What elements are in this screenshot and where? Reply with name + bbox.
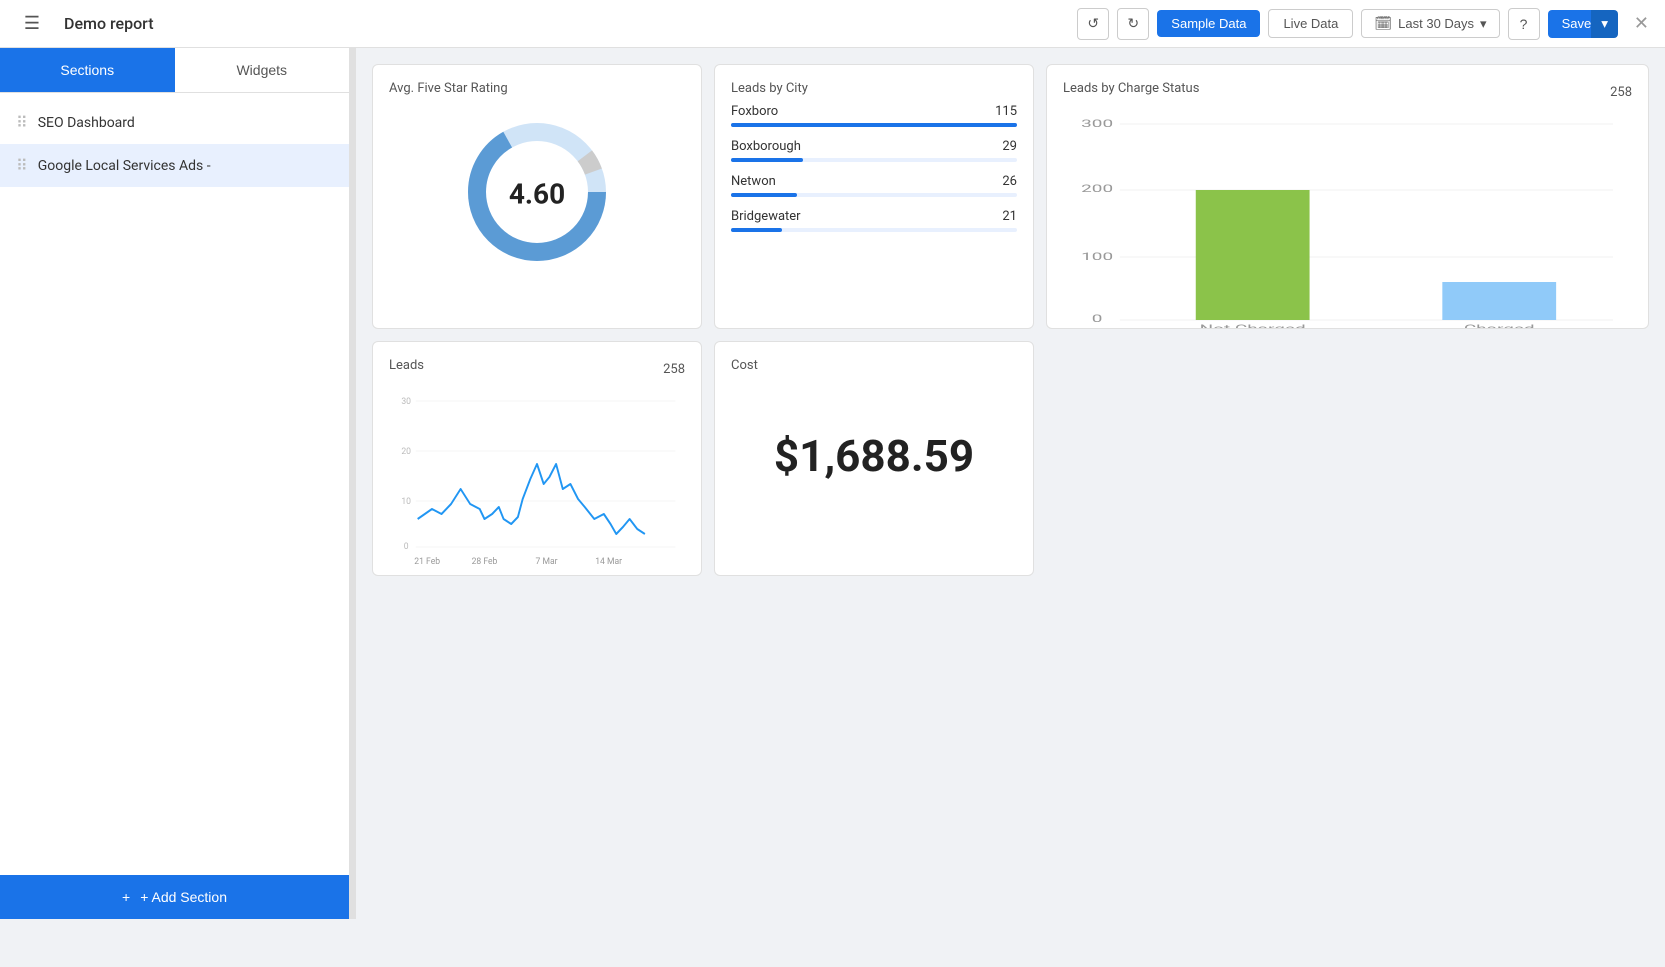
resize-right[interactable] xyxy=(1642,65,1648,328)
leads-title: Leads xyxy=(389,358,424,373)
close-button[interactable]: ✕ xyxy=(1634,13,1649,34)
resize-bottom[interactable] xyxy=(715,569,1033,575)
svg-text:100: 100 xyxy=(1081,251,1113,263)
resize-right[interactable] xyxy=(1027,342,1033,575)
widget-cost: Cost $1,688.59 xyxy=(714,341,1034,576)
svg-text:7 Mar: 7 Mar xyxy=(536,557,558,567)
leads-charge-title: Leads by Charge Status xyxy=(1063,81,1199,96)
leads-charge-total: 258 xyxy=(1610,85,1632,100)
leads-by-city-title: Leads by City xyxy=(731,81,1017,96)
svg-text:0: 0 xyxy=(404,542,409,552)
widget-leads: Leads 258 30 20 10 0 xyxy=(372,341,702,576)
calendar-icon: 🗓 xyxy=(1374,15,1392,32)
resize-bottom[interactable] xyxy=(373,569,701,575)
save-button-group: Save ▾ xyxy=(1548,10,1618,38)
donut-wrapper: 4.60 xyxy=(457,112,617,276)
layout: Sections Widgets ⠿ SEO Dashboard ⠿ Googl… xyxy=(0,48,1665,919)
date-range-button[interactable]: 🗓 Last 30 Days ▾ xyxy=(1361,9,1499,38)
avg-rating-chart: 4.60 xyxy=(389,104,685,284)
add-section-button[interactable]: + + Add Section xyxy=(0,875,349,919)
svg-text:10: 10 xyxy=(401,497,411,507)
resize-bottom[interactable] xyxy=(373,322,701,328)
plus-icon: + xyxy=(122,889,130,905)
caret-down-icon: ▾ xyxy=(1601,16,1608,31)
redo-icon: ↻ xyxy=(1127,15,1139,32)
svg-text:30: 30 xyxy=(401,397,411,407)
undo-button[interactable]: ↺ xyxy=(1077,8,1109,40)
resize-right[interactable] xyxy=(695,65,701,328)
sidebar-tabs: Sections Widgets xyxy=(0,48,349,93)
svg-text:200: 200 xyxy=(1081,183,1113,195)
help-icon: ? xyxy=(1520,16,1528,32)
page-title: Demo report xyxy=(64,14,154,33)
svg-text:14 Mar: 14 Mar xyxy=(595,557,622,567)
live-data-button[interactable]: Live Data xyxy=(1268,9,1353,38)
list-item: Netwon 26 xyxy=(731,174,1017,197)
drag-handle-icon: ⠿ xyxy=(16,156,28,175)
list-item: Boxborough 29 xyxy=(731,139,1017,162)
sidebar: Sections Widgets ⠿ SEO Dashboard ⠿ Googl… xyxy=(0,48,350,919)
save-button[interactable]: Save xyxy=(1548,10,1592,38)
redo-button[interactable]: ↻ xyxy=(1117,8,1149,40)
cost-value: $1,688.59 xyxy=(731,381,1017,531)
widget-leads-by-city: Leads by City Foxboro 115 Boxborough 29 xyxy=(714,64,1034,329)
avg-rating-value: 4.60 xyxy=(509,178,565,211)
avg-rating-title: Avg. Five Star Rating xyxy=(389,81,685,96)
resize-right[interactable] xyxy=(695,342,701,575)
cost-title: Cost xyxy=(731,358,1017,373)
tab-widgets[interactable]: Widgets xyxy=(175,48,350,92)
leads-line-svg: 30 20 10 0 21 Feb 28 Feb xyxy=(389,389,685,574)
svg-text:21 Feb: 21 Feb xyxy=(414,557,440,567)
main-content: Avg. Five Star Rating 4.60 xyxy=(356,48,1665,919)
help-button[interactable]: ? xyxy=(1508,8,1540,40)
charge-status-chart: 300 200 100 0 Not Char xyxy=(1063,112,1632,312)
leads-line-chart: 30 20 10 0 21 Feb 28 Feb xyxy=(389,389,685,559)
sidebar-item-google[interactable]: ⠿ Google Local Services Ads - xyxy=(0,144,349,187)
list-item: Bridgewater 21 xyxy=(731,209,1017,232)
resize-right[interactable] xyxy=(1027,65,1033,328)
widget-avg-rating: Avg. Five Star Rating 4.60 xyxy=(372,64,702,329)
header: ☰ Demo report ↺ ↻ Sample Data Live Data … xyxy=(0,0,1665,48)
svg-text:20: 20 xyxy=(401,447,411,457)
widget-leads-by-charge: Leads by Charge Status 258 300 200 100 0 xyxy=(1046,64,1649,329)
widget-row-1: Avg. Five Star Rating 4.60 xyxy=(372,64,1649,329)
widget-row-2: Leads 258 30 20 10 0 xyxy=(372,341,1649,576)
sample-data-button[interactable]: Sample Data xyxy=(1157,10,1260,37)
sidebar-item-seo[interactable]: ⠿ SEO Dashboard xyxy=(0,101,349,144)
caret-icon: ▾ xyxy=(1480,16,1487,32)
menu-icon[interactable]: ☰ xyxy=(16,8,48,40)
leads-count: 258 xyxy=(663,362,685,377)
close-icon: ✕ xyxy=(1634,13,1649,33)
resize-bottom[interactable] xyxy=(1047,322,1648,328)
svg-text:300: 300 xyxy=(1081,118,1113,130)
undo-icon: ↺ xyxy=(1087,15,1099,32)
charge-bar-svg: 300 200 100 0 Not Char xyxy=(1063,112,1632,329)
tab-sections[interactable]: Sections xyxy=(0,48,175,92)
drag-handle-icon: ⠿ xyxy=(16,113,28,132)
save-caret-button[interactable]: ▾ xyxy=(1591,10,1618,38)
sidebar-content: ⠿ SEO Dashboard ⠿ Google Local Services … xyxy=(0,93,349,875)
svg-text:28 Feb: 28 Feb xyxy=(472,557,498,567)
resize-bottom[interactable] xyxy=(715,322,1033,328)
list-item: Foxboro 115 xyxy=(731,104,1017,127)
